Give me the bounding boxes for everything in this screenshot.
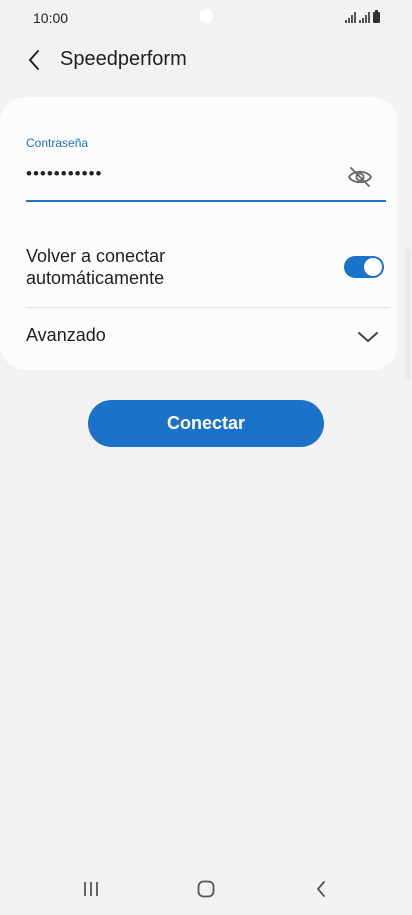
password-visibility-button[interactable]: [344, 164, 376, 190]
battery-icon: [373, 10, 380, 23]
password-label: Contraseña: [26, 136, 89, 150]
scrollbar[interactable]: [406, 249, 410, 379]
camera-cutout: [199, 9, 213, 23]
autoconnect-row: Volver a conectar automáticamente: [26, 243, 386, 295]
back-icon: [317, 881, 325, 897]
signal-icon: [345, 12, 356, 23]
status-icons: [345, 10, 380, 23]
signal-icon: [359, 12, 370, 23]
navigation-bar: [0, 859, 412, 915]
eye-off-icon: [347, 167, 373, 187]
password-input[interactable]: [26, 161, 326, 187]
chevron-left-icon: [29, 50, 39, 70]
toggle-knob: [364, 258, 382, 276]
advanced-row[interactable]: Avanzado: [26, 315, 386, 357]
autoconnect-label: Volver a conectar automáticamente: [26, 246, 166, 288]
advanced-label: Avanzado: [26, 325, 106, 345]
home-button[interactable]: [190, 877, 222, 901]
divider: [26, 307, 390, 308]
status-bar: 10:00: [0, 0, 412, 36]
back-nav-button[interactable]: [305, 877, 337, 901]
recents-icon: [84, 882, 98, 896]
chevron-down-icon: [358, 332, 378, 342]
back-button[interactable]: [20, 46, 48, 74]
autoconnect-toggle[interactable]: [344, 256, 384, 278]
recents-button[interactable]: [75, 877, 107, 901]
status-time: 10:00: [33, 10, 69, 26]
home-icon: [197, 880, 215, 898]
password-underline: [26, 200, 386, 202]
page-title: Speedperform: [60, 48, 187, 70]
connect-button[interactable]: Conectar: [88, 400, 324, 447]
app-header: Speedperform: [0, 38, 412, 82]
wifi-settings-card: Contraseña Volver a conectar automáticam…: [0, 97, 398, 370]
